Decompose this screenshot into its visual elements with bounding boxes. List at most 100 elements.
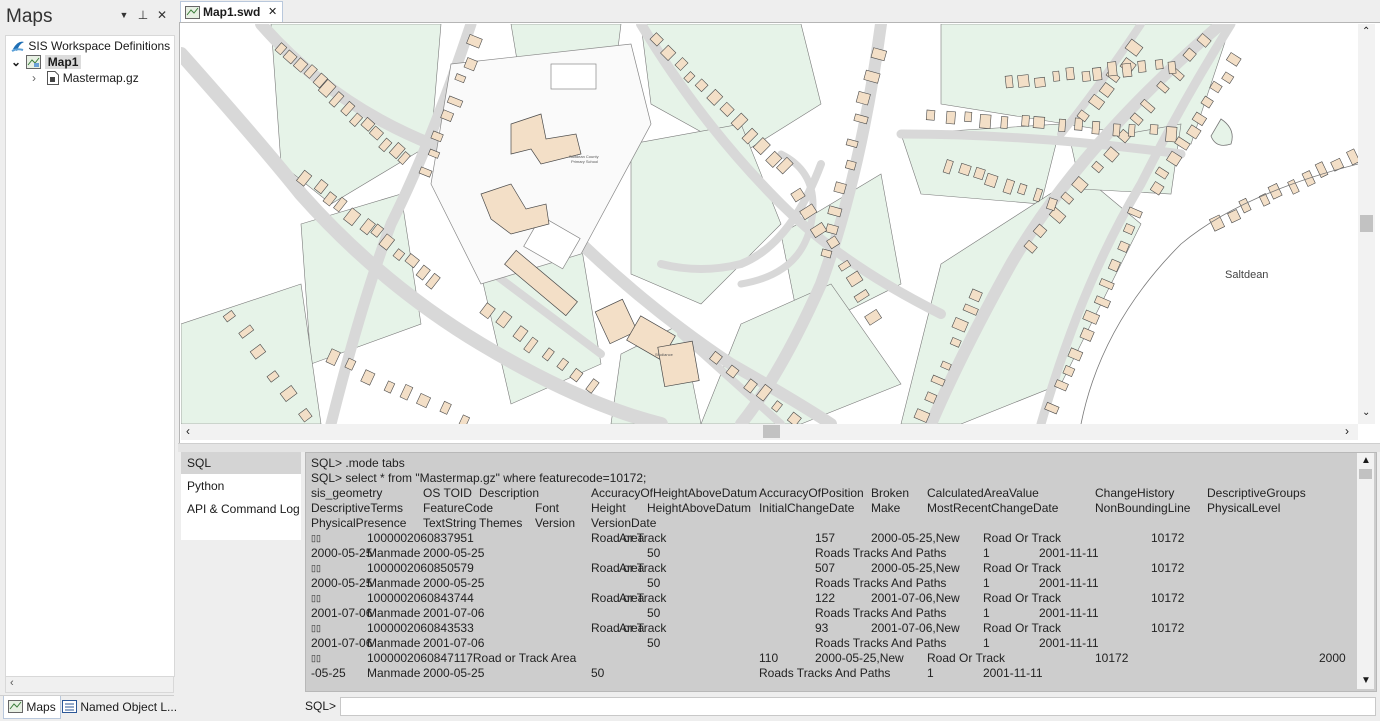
- scroll-up-icon[interactable]: ⌃: [1362, 26, 1370, 37]
- record-cell: 2001-11-11: [1039, 636, 1099, 650]
- record-cell: 2001-11-11: [1039, 546, 1099, 560]
- record-cell: Manmade: [367, 606, 421, 620]
- building-footprint: [1127, 123, 1136, 137]
- pane-splitter[interactable]: [178, 443, 1380, 452]
- building-footprint: [1091, 120, 1101, 135]
- scroll-thumb[interactable]: [1360, 215, 1373, 232]
- building-footprint: [1004, 75, 1014, 89]
- scroll-left-icon[interactable]: ‹: [10, 677, 14, 689]
- col-header: TextString: [423, 516, 477, 530]
- col-header: Description: [479, 486, 540, 500]
- sql-prompt-label: SQL>: [305, 699, 337, 713]
- tree-item-map1[interactable]: ⌄ Map1: [11, 54, 82, 70]
- console-mode-list: SQL Python API & Command Log: [181, 452, 301, 540]
- record-cell: 157: [815, 531, 836, 545]
- col-header: Themes: [479, 516, 523, 530]
- col-header: Version: [535, 516, 576, 530]
- tree-root[interactable]: SIS Workspace Definitions: [11, 38, 170, 54]
- building-footprint: [1058, 118, 1067, 133]
- record-cell: 2000-05-25: [311, 576, 373, 590]
- record-cell: 2000-05-25,New: [815, 651, 904, 665]
- tree-item-mastermap[interactable]: › Mastermap.gz: [32, 70, 139, 86]
- panel-title: Maps: [6, 6, 53, 27]
- map-icon: [185, 6, 200, 19]
- map-vertical-scrollbar[interactable]: ⌃ ⌄: [1358, 24, 1375, 424]
- record-cell: Roads Tracks And Paths: [815, 546, 947, 560]
- expand-chevron-icon[interactable]: ⌄: [11, 54, 23, 70]
- record-cell: 10172: [1151, 591, 1185, 605]
- record-cell: Road Or Track: [983, 561, 1062, 575]
- panel-dropdown-icon[interactable]: ▼: [117, 8, 131, 22]
- record-cell: 1: [983, 546, 990, 560]
- console-vertical-scrollbar[interactable]: ▲ ▼: [1357, 453, 1374, 689]
- close-panel-icon[interactable]: ✕: [155, 8, 169, 22]
- record-cell: Road Or Track: [983, 531, 1062, 545]
- col-header: AccuracyOfPosition: [759, 486, 864, 500]
- building-label: Studiance: [655, 352, 674, 357]
- col-header: HeightAboveDatum: [647, 501, 752, 515]
- scroll-down-icon[interactable]: ⌄: [1362, 407, 1370, 418]
- building-footprint: [1167, 61, 1177, 75]
- record-cell: 2000-05-25: [423, 576, 485, 590]
- record-cell: 2001-11-11: [983, 666, 1043, 680]
- map-horizontal-scrollbar[interactable]: ‹ ›: [181, 424, 1358, 440]
- scroll-thumb[interactable]: [1359, 469, 1372, 479]
- geometry-glyph: ▯▯: [311, 563, 321, 573]
- record-cell: 50: [647, 546, 661, 560]
- record-cell: 2000-05-25: [423, 546, 485, 560]
- pin-icon[interactable]: ⊥: [136, 8, 150, 22]
- scroll-left-icon[interactable]: ‹: [186, 424, 190, 438]
- col-header: Height: [591, 501, 626, 515]
- console-mode-python[interactable]: Python: [181, 475, 301, 497]
- building-footprint: [1021, 115, 1030, 127]
- building-footprint: [1000, 116, 1009, 129]
- record-cell: 2000-05-25,New: [871, 561, 960, 575]
- building-footprint: [1081, 70, 1091, 82]
- console-mode-api-log[interactable]: API & Command Log: [181, 498, 301, 520]
- sql-output: SQL> .mode tabs SQL> select * from "Mast…: [305, 452, 1377, 692]
- close-tab-icon[interactable]: ✕: [268, 5, 277, 18]
- record-line: ▯▯ 1000002060850579 Road or Track Area 507 20…: [311, 561, 1361, 576]
- col-header: PhysicalLevel: [1207, 501, 1281, 515]
- record-cell: 1: [927, 666, 934, 680]
- expand-chevron-icon[interactable]: ›: [32, 70, 44, 86]
- console-line: SQL> select * from "Mastermap.gz" where …: [311, 471, 647, 485]
- geometry-glyph: ▯▯: [311, 653, 321, 663]
- record-cell: 1000002060847117Road or Track Area: [367, 651, 577, 665]
- record-cell: Manmade: [367, 666, 421, 680]
- building-footprint: [1032, 116, 1046, 129]
- place-label-saltdean: Saltdean: [1225, 269, 1268, 281]
- sis-logo-icon: [11, 41, 24, 52]
- scroll-right-icon[interactable]: ›: [1345, 424, 1349, 438]
- workspace-tree: SIS Workspace Definitions ⌄ Map1 › Maste…: [5, 35, 175, 677]
- record-cell: 507: [815, 561, 836, 575]
- record-cell: 2001-11-11: [1039, 576, 1099, 590]
- record-cell: 2001-07-06: [311, 606, 373, 620]
- building-footprint: [925, 109, 936, 121]
- col-header: Make: [871, 501, 901, 515]
- tab-named-objects[interactable]: Named Object L...: [62, 696, 177, 718]
- building-footprint: [1154, 59, 1164, 70]
- scroll-down-icon[interactable]: ▼: [1361, 675, 1371, 686]
- scroll-thumb[interactable]: [763, 425, 780, 438]
- panel-tab-strip: Maps Named Object L...: [0, 695, 177, 721]
- record-cell: Roads Tracks And Paths: [759, 666, 891, 680]
- record-cell: 50: [647, 606, 661, 620]
- map1-label: Map1: [44, 55, 82, 69]
- sql-command-input[interactable]: [340, 697, 1376, 716]
- record-cell: 1: [983, 606, 990, 620]
- scroll-up-icon[interactable]: ▲: [1361, 455, 1371, 466]
- map-canvas[interactable]: Saltdean Saltdean County Primary School …: [181, 24, 1358, 424]
- building-footprint: [1065, 66, 1075, 81]
- record-cell: 10172: [1095, 651, 1129, 665]
- record-line: ▯▯ 1000002060847117Road or Track Area 11…: [311, 651, 1361, 666]
- tree-horizontal-scrollbar[interactable]: ‹: [5, 676, 174, 693]
- record-cell: 2001-11-11: [1039, 606, 1099, 620]
- col-header: Broken: [871, 486, 910, 500]
- record-cell: 2000-05-25,New: [871, 531, 960, 545]
- console-mode-sql[interactable]: SQL: [181, 452, 301, 474]
- tab-map1-swd[interactable]: Map1.swd ✕: [180, 1, 283, 24]
- geometry-glyph: ▯▯: [311, 623, 321, 633]
- record-cell: Roads Tracks And Paths: [815, 606, 947, 620]
- tab-maps[interactable]: Maps: [3, 696, 61, 719]
